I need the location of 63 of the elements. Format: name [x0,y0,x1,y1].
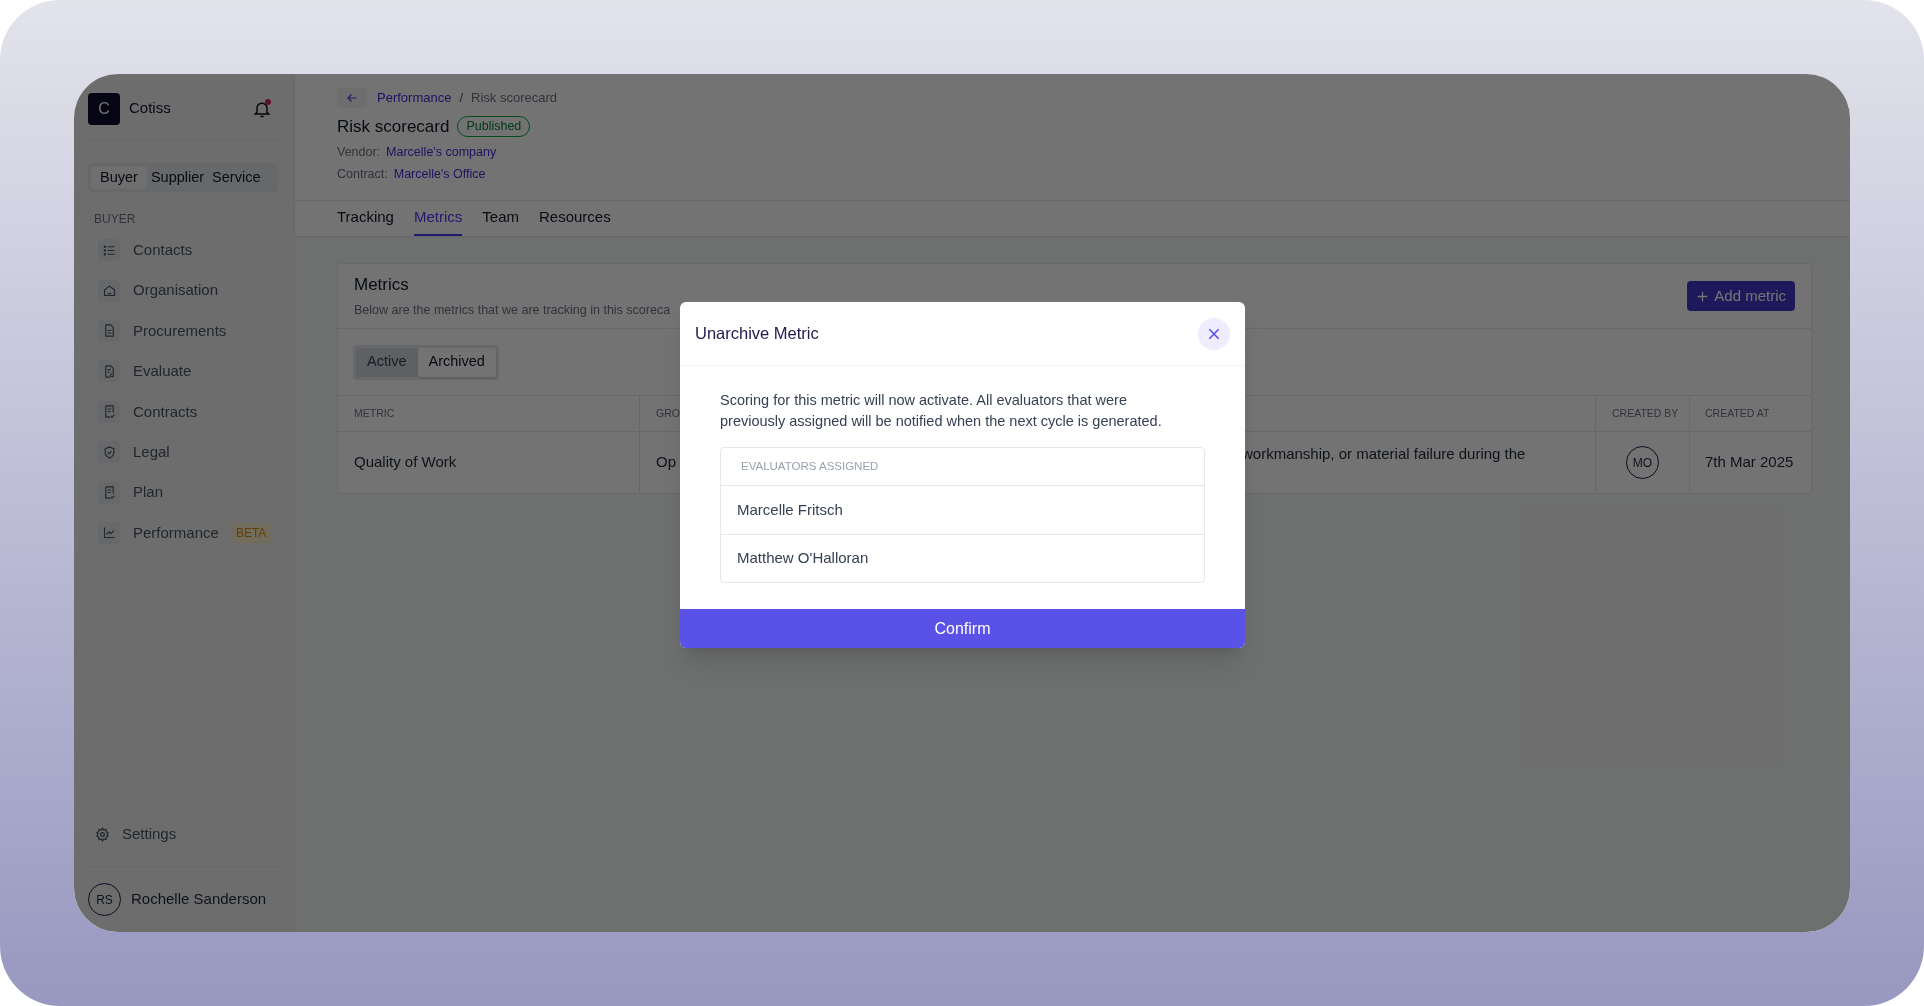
nav-item[interactable]: Evaluate [133,360,192,383]
column-header: GRO [656,405,680,421]
nav-item[interactable]: Contacts [133,238,193,262]
dialog-message: Scoring for this metric will now activate. All evaluators that were previously assigned will be notified when the next cycle is generated. [720,391,1163,431]
detail-link[interactable]: Marcelle's company [386,142,497,162]
close-button[interactable] [1198,317,1230,350]
nav-item[interactable]: Organisation [133,279,219,302]
column-header: CREATED AT [1705,405,1770,421]
breadcrumb-current: Risk scorecard [471,89,557,108]
breadcrumb-link[interactable]: Performance [377,88,452,108]
beta-badge: BETA [230,522,272,543]
filter-tab[interactable]: Active [356,347,418,377]
evaluator-name: Marcelle Fritsch [737,499,843,520]
list-header: EVALUATORS ASSIGNED [741,458,879,474]
settings-icon [95,826,110,842]
confirm-button[interactable]: Confirm [680,609,1245,648]
tab[interactable]: Resources [539,201,611,236]
nav-item[interactable]: Performance [133,521,219,545]
table-cell-text: workmanship, or material failure during the [1242,444,1526,465]
column-header: METRIC [354,405,395,421]
nav-item[interactable]: Contracts [133,400,198,423]
nav-item[interactable]: Procurements [133,319,227,343]
tab[interactable]: Team [482,201,519,236]
notification-bell-icon[interactable] [252,98,272,119]
card-title: Metrics [354,274,410,297]
logo: C [88,92,120,125]
shield-icon [98,441,120,464]
list-icon [98,239,120,262]
line-chart-icon [98,521,120,544]
workspace-tab[interactable]: Buyer [91,166,147,189]
back-arrow-icon [345,91,359,105]
house-icon [98,279,120,302]
workspace-tab[interactable]: Service [208,166,265,189]
card-description: Below are the metrics that we are tracking in this scoreca [354,301,671,319]
column-header: CREATED BY [1612,405,1679,421]
close-icon [1207,326,1221,341]
table-cell-text: 7th Mar 2025 [1705,452,1794,473]
detail-label: Contract: [337,166,388,184]
back-button[interactable] [337,88,367,108]
table-cell-text: Quality of Work [354,452,457,473]
nav-item[interactable]: Plan [133,481,164,504]
document-icon [98,319,120,342]
detail-label: Vendor: [337,143,381,161]
breadcrumb-separator: / [459,89,464,108]
section-label: BUYER [94,211,137,228]
page-title: Risk scorecard [337,116,450,138]
add-metric-button[interactable]: Add metric [1687,281,1795,311]
plus-icon [1696,289,1710,303]
nav-item[interactable]: Legal [133,440,170,464]
table-cell-text: Op [656,452,676,473]
settings-link[interactable]: Settings [122,822,177,846]
detail-link[interactable]: Marcelle's Office [393,165,486,184]
dialog-title: Unarchive Metric [695,323,819,345]
user-name: Rochelle Sanderson [131,889,267,910]
app-name: Cotiss [129,98,171,119]
document-search-icon [98,360,120,383]
document-check-icon [98,400,120,423]
filter-tab[interactable]: Archived [417,347,496,377]
workspace-tab[interactable]: Supplier [146,166,209,189]
tab[interactable]: Metrics [413,201,463,236]
evaluator-name: Matthew O'Halloran [737,548,869,569]
tab[interactable]: Tracking [337,201,394,236]
document-check-icon [98,481,120,504]
